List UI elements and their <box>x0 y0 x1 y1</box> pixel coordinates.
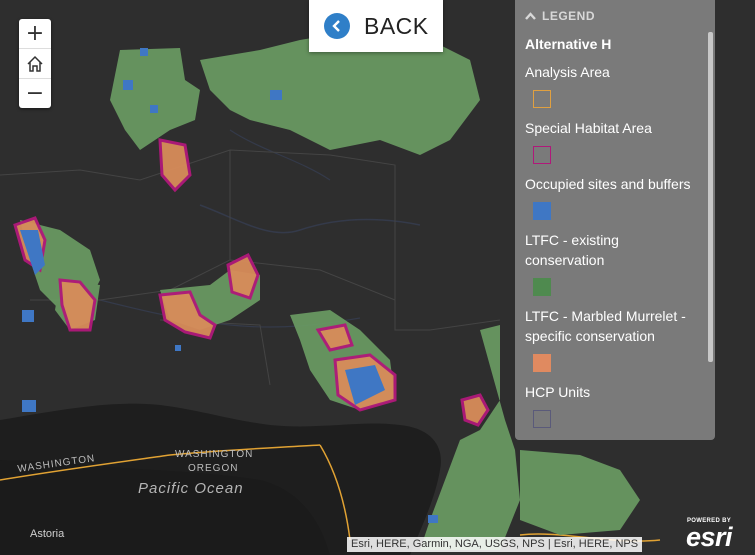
legend-swatch <box>533 354 551 372</box>
label-pacific-ocean: Pacific Ocean <box>138 480 244 497</box>
chevron-left-icon <box>324 13 350 39</box>
legend-scroll-thumb[interactable] <box>708 32 713 362</box>
legend-swatch <box>533 90 551 108</box>
legend-item-label: Occupied sites and buffers <box>525 176 691 192</box>
back-button[interactable]: BACK <box>309 0 443 52</box>
legend-item-label: LTFC - existing conservation <box>525 232 619 268</box>
legend-swatch <box>533 410 551 428</box>
back-label: BACK <box>364 12 429 39</box>
label-astoria: Astoria <box>30 528 65 540</box>
map-attribution: Esri, HERE, Garmin, NGA, USGS, NPS | Esr… <box>347 537 643 552</box>
legend-swatch <box>533 202 551 220</box>
minus-icon: − <box>25 81 45 106</box>
legend-item-label: LTFC - Marbled Murrelet - specific conse… <box>525 308 686 344</box>
zoom-out-button[interactable]: − <box>19 79 51 108</box>
chevron-up-icon <box>525 12 536 20</box>
label-washington-center: WASHINGTON <box>175 449 253 460</box>
legend-header[interactable]: LEGEND <box>515 0 715 32</box>
legend-panel[interactable]: LEGEND Alternative H Analysis Area Specia… <box>515 0 715 440</box>
zoom-controls: + − <box>19 19 51 108</box>
label-oregon: OREGON <box>188 463 238 474</box>
home-icon <box>27 55 43 72</box>
legend-item-label: Analysis Area <box>525 64 610 80</box>
legend-title: LEGEND <box>542 9 596 23</box>
legend-items: Analysis Area Special Habitat Area Occupie… <box>515 62 715 428</box>
legend-swatch <box>533 146 551 164</box>
zoom-in-button[interactable]: + <box>19 19 51 49</box>
legend-item-label: Special Habitat Area <box>525 120 652 136</box>
esri-logo[interactable]: esri <box>686 522 733 553</box>
home-button[interactable] <box>19 49 51 79</box>
legend-layer-title: Alternative H <box>525 36 612 52</box>
legend-swatch <box>533 278 551 296</box>
legend-item-label: HCP Units <box>525 384 591 400</box>
plus-icon: + <box>25 21 45 46</box>
